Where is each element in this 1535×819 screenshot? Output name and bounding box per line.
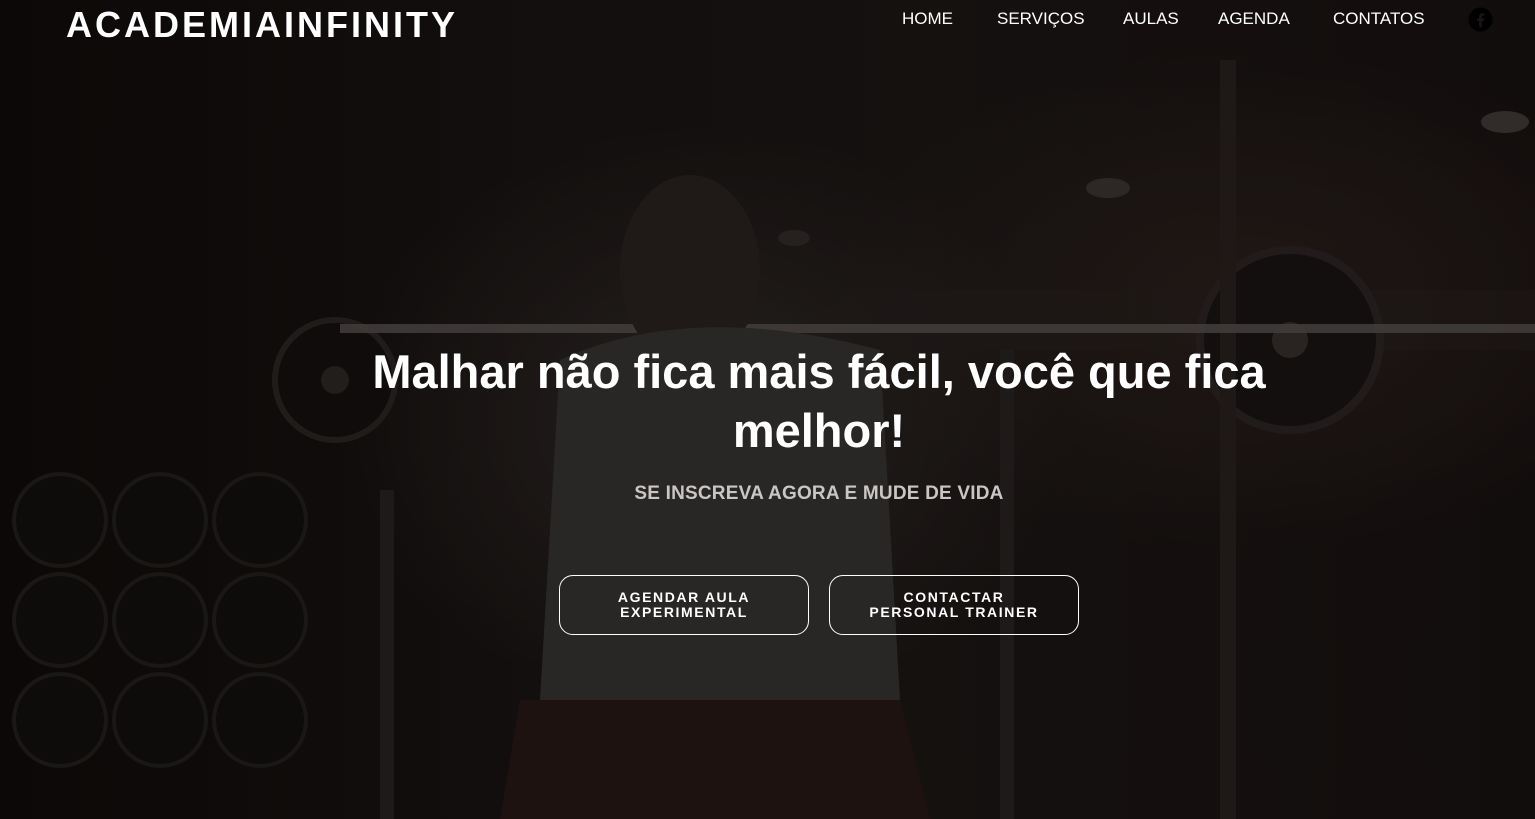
hero-headline: Malhar não fica mais fácil, você que fic… bbox=[372, 345, 1266, 457]
contact-personal-trainer-button[interactable]: CONTACTAR PERSONAL TRAINER bbox=[829, 575, 1079, 635]
nav-item-contatos[interactable]: CONTATOS bbox=[1333, 8, 1425, 30]
main-nav: HOME SERVIÇOS AULAS AGENDA CONTATOS bbox=[0, 8, 1535, 32]
nav-item-aulas[interactable]: AULAS bbox=[1123, 8, 1179, 30]
nav-item-servicos[interactable]: SERVIÇOS bbox=[997, 8, 1085, 30]
facebook-icon[interactable] bbox=[1468, 7, 1493, 32]
hero-subheadline: SE INSCREVA AGORA E MUDE DE VIDA bbox=[634, 483, 1004, 504]
nav-item-home[interactable]: HOME bbox=[902, 8, 953, 30]
hero-section: ACADEMIAINFINITY HOME SERVIÇOS AULAS AGE… bbox=[0, 0, 1535, 819]
nav-item-agenda[interactable]: AGENDA bbox=[1218, 8, 1290, 30]
site-header: ACADEMIAINFINITY HOME SERVIÇOS AULAS AGE… bbox=[0, 0, 1535, 50]
schedule-trial-class-button[interactable]: AGENDAR AULA EXPERIMENTAL bbox=[559, 575, 809, 635]
